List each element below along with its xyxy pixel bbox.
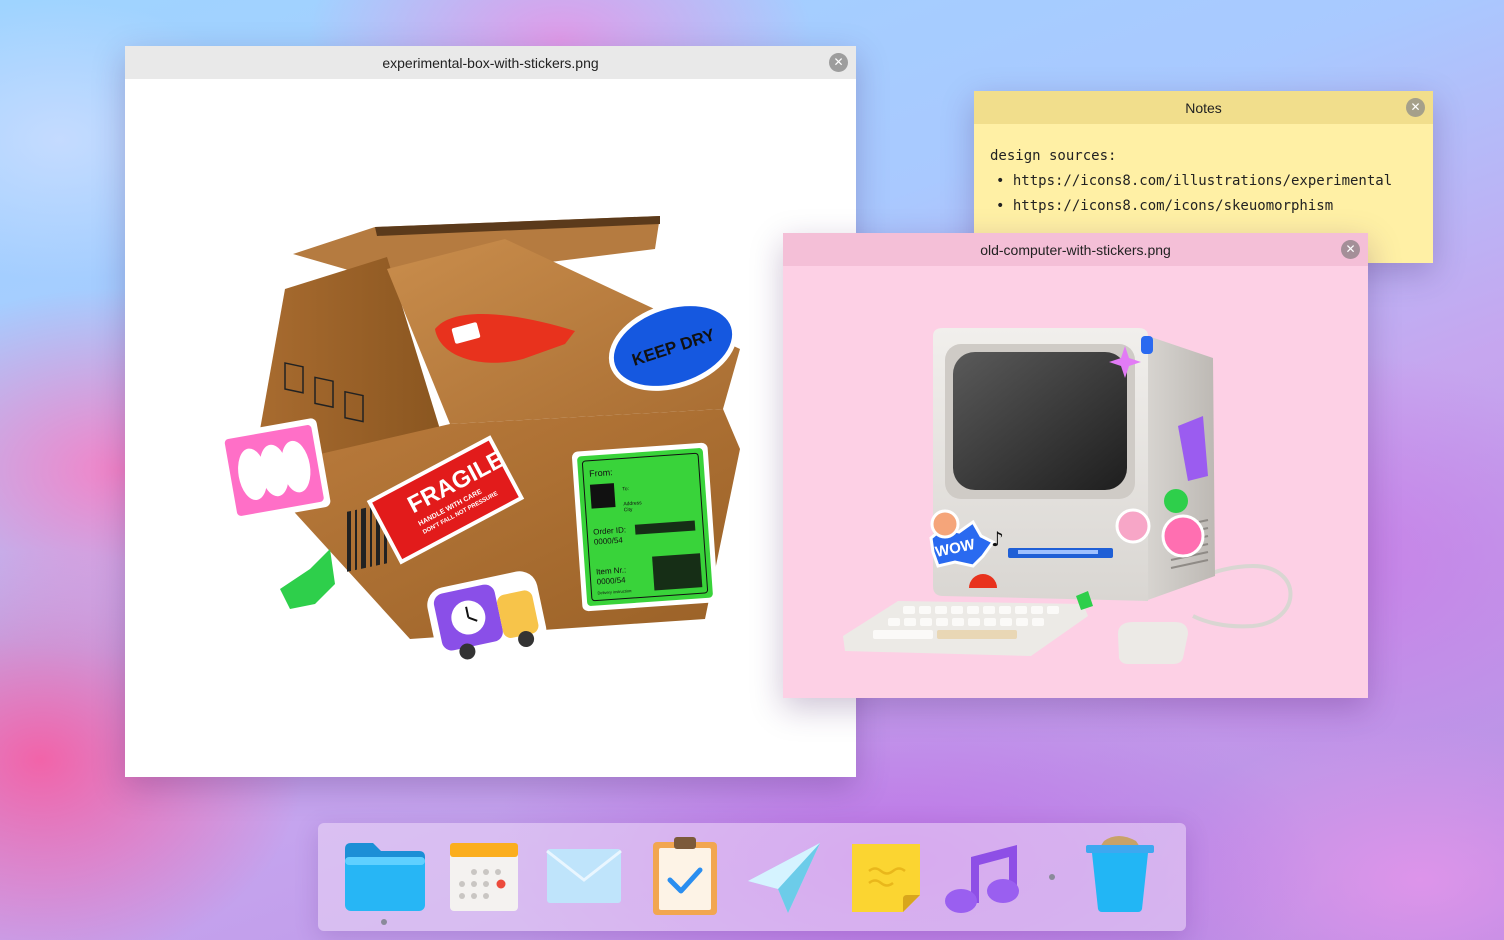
- dock-running-indicator: [381, 919, 387, 925]
- box-window-title: experimental-box-with-stickers.png: [382, 54, 599, 71]
- music-note-icon: [945, 845, 1019, 913]
- label-to: To:: [622, 486, 629, 492]
- computer-screen: [953, 352, 1127, 490]
- notes-heading: design sources:: [990, 148, 1117, 164]
- dock-mail[interactable]: [546, 848, 622, 909]
- floppy-slot-highlight: [1018, 550, 1098, 554]
- notes-window-close-button[interactable]: ✕: [1406, 98, 1425, 117]
- cardboard-box-illustration: KEEP DRY FRAGILE HANDLE WITH CARE DON'T …: [218, 216, 740, 665]
- box-image: KEEP DRY FRAGILE HANDLE WITH CARE DON'T …: [125, 79, 856, 777]
- computer-image: WOW ♪: [783, 266, 1368, 698]
- dock-calendar[interactable]: [449, 842, 519, 917]
- folder-icon: [345, 843, 425, 911]
- face-sticker: [930, 509, 960, 539]
- pig-sticker: [1115, 508, 1151, 544]
- green-circle-sticker: [1164, 489, 1188, 513]
- box-image-window[interactable]: experimental-box-with-stickers.png ✕ KEE…: [125, 46, 856, 777]
- box-window-close-button[interactable]: ✕: [829, 53, 848, 72]
- notes-link[interactable]: https://icons8.com/illustrations/experim…: [990, 169, 1417, 194]
- computer-window-close-button[interactable]: ✕: [1341, 240, 1360, 259]
- label-from: From:: [589, 467, 613, 479]
- green-tab-sticker: [280, 549, 335, 609]
- smiley-sticker: [1161, 514, 1205, 558]
- notes-window-titlebar[interactable]: Notes ✕: [974, 91, 1433, 124]
- computer-window-titlebar[interactable]: old-computer-with-stickers.png ✕: [783, 233, 1368, 266]
- dock-trash[interactable]: [1084, 833, 1156, 918]
- music-note-sticker: ♪: [991, 527, 1004, 551]
- shipping-label-sticker: From: To: Address City Order ID: 0000/54…: [571, 442, 719, 612]
- calendar-icon: [450, 843, 518, 911]
- trash-icon: [1086, 836, 1154, 912]
- dock-send[interactable]: [746, 841, 822, 920]
- notes-link[interactable]: https://icons8.com/icons/skeuomorphism: [990, 194, 1417, 219]
- retro-computer-illustration: WOW ♪: [843, 328, 1293, 664]
- box-window-titlebar[interactable]: experimental-box-with-stickers.png ✕: [125, 46, 856, 79]
- dock-notes[interactable]: [851, 843, 921, 918]
- computer-image-window[interactable]: old-computer-with-stickers.png ✕ WOW ♪: [783, 233, 1368, 698]
- dock-separator: [1049, 874, 1055, 880]
- label-city: City: [624, 507, 634, 514]
- paper-plane-icon: [748, 843, 820, 913]
- dock-folder[interactable]: [343, 841, 427, 920]
- notes-window-title: Notes: [1185, 99, 1222, 116]
- computer-window-title: old-computer-with-stickers.png: [980, 241, 1171, 258]
- notes-link-list: https://icons8.com/illustrations/experim…: [990, 169, 1417, 219]
- mail-icon: [546, 849, 622, 903]
- sticky-note-icon: [852, 844, 920, 912]
- clipboard-check-icon: [653, 837, 717, 915]
- pink-sticker: [218, 418, 331, 523]
- notes-body[interactable]: design sources: https://icons8.com/illus…: [974, 124, 1433, 239]
- dock: [318, 823, 1186, 931]
- blue-sticker: [1141, 336, 1153, 354]
- dock-tasks[interactable]: [652, 836, 718, 921]
- mouse: [1118, 622, 1188, 664]
- dock-music[interactable]: [943, 843, 1023, 920]
